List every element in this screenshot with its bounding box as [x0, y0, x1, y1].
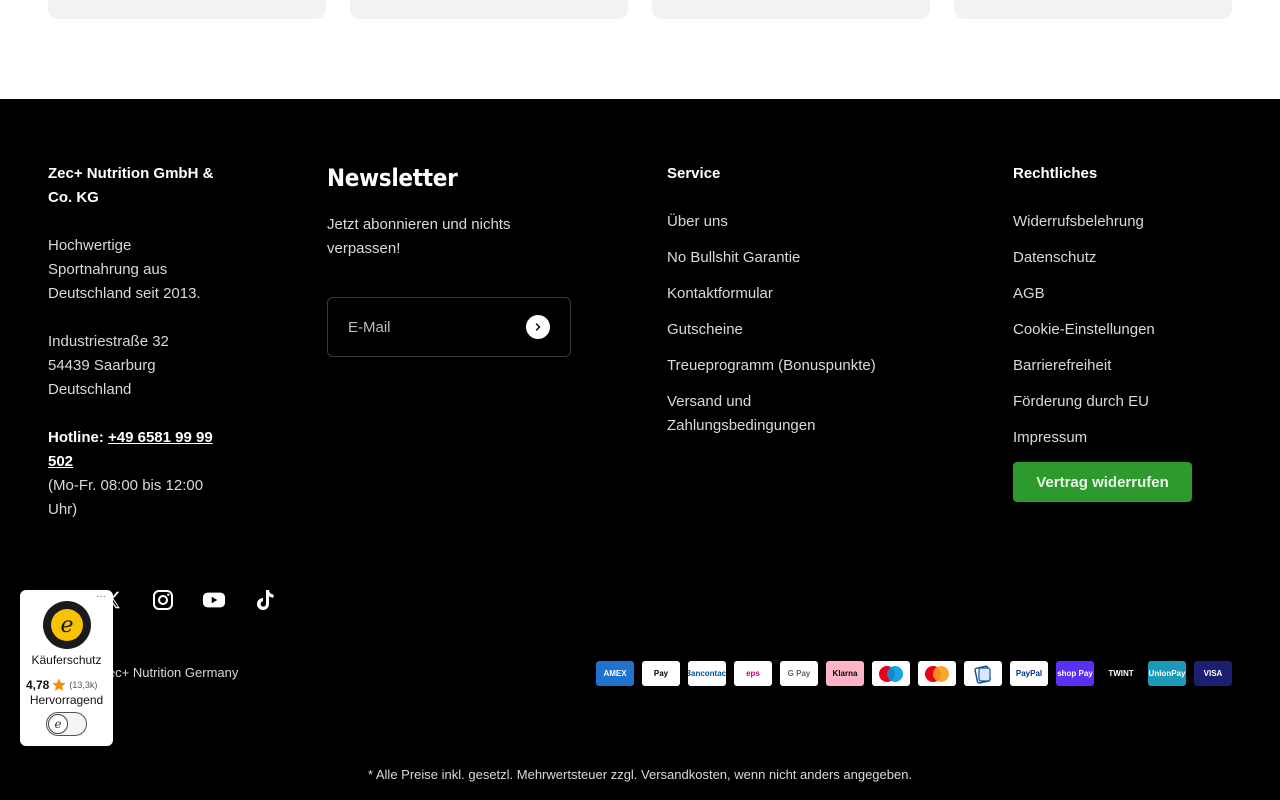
legal-link[interactable]: AGB	[1013, 282, 1192, 306]
company-tagline: Hochwertige Sportnahrung aus Deutschland…	[48, 237, 201, 302]
trusted-shops-badge[interactable]: ··· e Käuferschutz 4,78 (13,3k) Hervorra…	[20, 590, 113, 746]
visa-icon: VISA	[1194, 661, 1232, 686]
legal-section: Rechtliches Widerrufsbelehrung Datenschu…	[1013, 162, 1192, 502]
payment-label: Klarna	[832, 669, 858, 678]
chevron-right-icon	[535, 323, 541, 331]
copyright-text: Zec+ Nutrition Germany	[100, 665, 239, 680]
eps-icon: eps	[734, 661, 772, 686]
paypal-icon: PayPal	[1010, 661, 1048, 686]
youtube-icon[interactable]	[202, 588, 226, 612]
product-card[interactable]	[652, 0, 930, 19]
legal-link[interactable]: Widerrufsbelehrung	[1013, 210, 1192, 234]
email-input[interactable]	[348, 318, 508, 336]
unionpay-icon: UnionPay	[1148, 661, 1186, 686]
address-country: Deutschland	[48, 381, 132, 398]
trusted-shops-seal-icon: e	[43, 601, 91, 649]
service-link[interactable]: Kontaktformular	[667, 282, 876, 306]
payment-label: shop Pay	[1057, 669, 1093, 678]
payment-label: eps	[746, 669, 760, 678]
rating-grade: Hervorragend	[29, 693, 104, 707]
maestro-icon	[872, 661, 910, 686]
newsletter-title: Newsletter	[327, 164, 458, 192]
newsletter-form	[327, 297, 571, 357]
legal-link[interactable]: Cookie-Einstellungen	[1013, 318, 1192, 342]
opening-hours: (Mo-Fr. 08:00 bis 12:00 Uhr)	[48, 477, 204, 518]
legal-links: Widerrufsbelehrung Datenschutz AGB Cooki…	[1013, 210, 1192, 450]
payment-label: Pay	[653, 669, 669, 678]
payment-label: G Pay	[787, 669, 811, 678]
service-link[interactable]: Gutscheine	[667, 318, 876, 342]
product-card[interactable]	[350, 0, 628, 19]
legal-title: Rechtliches	[1013, 165, 1098, 182]
address-city: 54439 Saarburg	[48, 357, 156, 374]
apple-pay-icon: Pay	[642, 661, 680, 686]
badge-toggle[interactable]: e	[46, 712, 87, 736]
rating-row: 4,78 (13,3k)	[26, 677, 97, 693]
tiktok-icon[interactable]	[253, 588, 277, 612]
rating-count: (13,3k)	[69, 680, 98, 690]
payment-label: TWINT	[1108, 669, 1134, 678]
service-section: Service Über uns No Bullshit Garantie Ko…	[667, 162, 876, 450]
newsletter-submit-button[interactable]	[526, 315, 550, 339]
legal-link[interactable]: Datenschutz	[1013, 246, 1192, 270]
trusted-shops-e-icon: e	[48, 714, 68, 734]
payment-label: AMEX	[603, 669, 627, 678]
payment-label: UnionPay	[1148, 669, 1186, 678]
newsletter-section: Newsletter Jetzt abonnieren und nichts v…	[327, 162, 571, 357]
more-options-icon[interactable]: ···	[96, 592, 106, 602]
content-area	[0, 0, 1280, 99]
company-name: Zec+ Nutrition GmbH & Co. KG	[48, 165, 214, 206]
service-links: Über uns No Bullshit Garantie Kontaktfor…	[667, 210, 876, 438]
product-card[interactable]	[954, 0, 1232, 19]
payment-methods: AMEX Pay Bancontact eps G Pay Klarna PayPal sho…	[596, 661, 1232, 686]
service-link[interactable]: No Bullshit Garantie	[667, 246, 876, 270]
legal-link[interactable]: Impressum	[1013, 426, 1192, 450]
bancontact-icon: Bancontact	[688, 661, 726, 686]
payment-label: PayPal	[1015, 669, 1043, 678]
service-link[interactable]: Treueprogramm (Bonuspunkte)	[667, 354, 876, 378]
twint-icon: TWINT	[1102, 661, 1140, 686]
payment-label: Bancontact	[688, 669, 726, 678]
hotline: Hotline: +49 6581 99 99 502	[48, 426, 233, 474]
service-link[interactable]: Über uns	[667, 210, 876, 234]
legal-link[interactable]: Förderung durch EU	[1013, 390, 1192, 414]
payment-label: VISA	[1203, 669, 1223, 678]
svg-text:e: e	[60, 613, 73, 638]
product-card[interactable]	[48, 0, 326, 19]
star-icon	[52, 678, 67, 691]
hotline-label: Hotline:	[48, 429, 104, 446]
google-pay-icon: G Pay	[780, 661, 818, 686]
amex-icon: AMEX	[596, 661, 634, 686]
klarna-icon: Klarna	[826, 661, 864, 686]
instagram-icon[interactable]	[151, 588, 175, 612]
company-info: Zec+ Nutrition GmbH & Co. KG Hochwertige…	[48, 162, 238, 522]
shop-pay-icon: shop Pay	[1056, 661, 1094, 686]
newsletter-subtitle: Jetzt abonnieren und nichts verpassen!	[327, 216, 511, 257]
rating-score: 4,78	[26, 678, 50, 692]
service-link[interactable]: Versand und Zahlungsbedingungen	[667, 390, 857, 438]
address-street: Industriestraße 32	[48, 333, 169, 350]
service-title: Service	[667, 165, 721, 182]
buyer-protection-label: Käuferschutz	[31, 653, 102, 667]
bank-transfer-icon	[964, 661, 1002, 686]
revoke-contract-button[interactable]: Vertrag widerrufen	[1013, 462, 1192, 502]
legal-link[interactable]: Barrierefreiheit	[1013, 354, 1192, 378]
price-disclaimer: * Alle Preise inkl. gesetzl. Mehrwertste…	[367, 767, 913, 782]
mastercard-icon	[918, 661, 956, 686]
